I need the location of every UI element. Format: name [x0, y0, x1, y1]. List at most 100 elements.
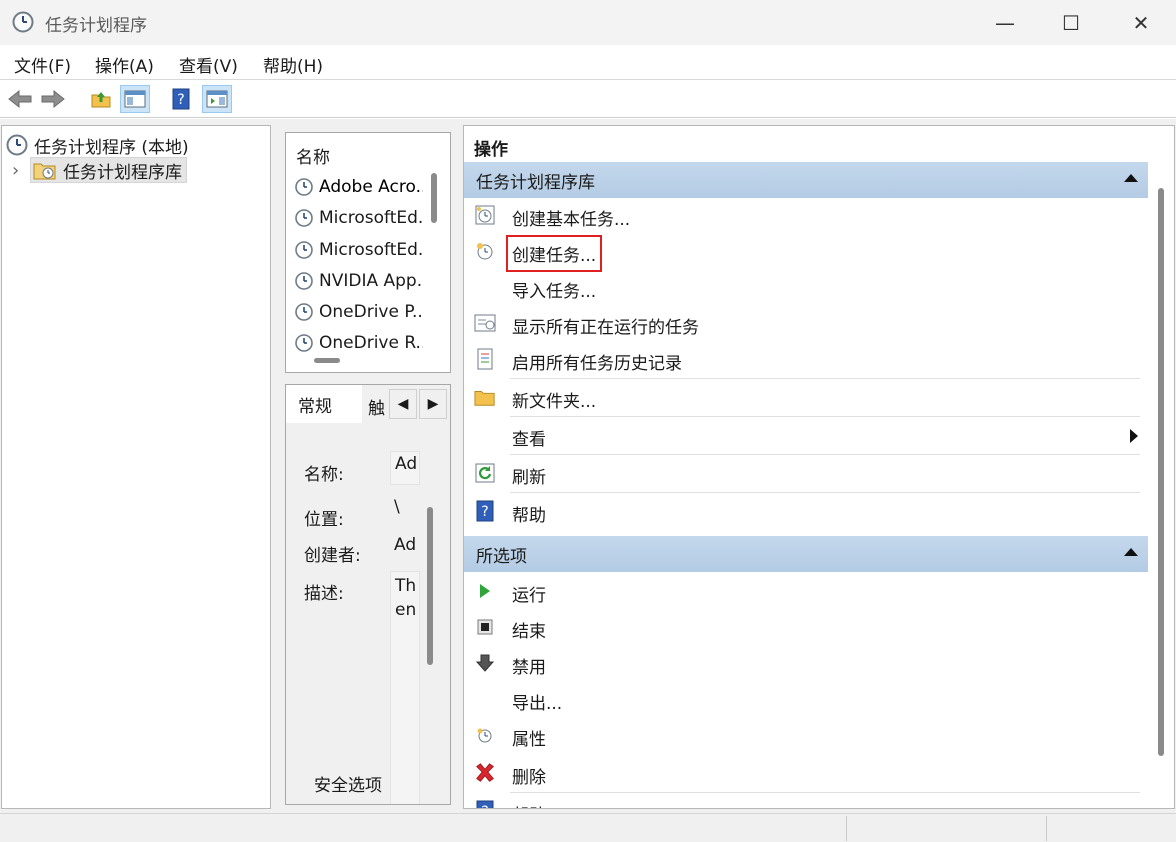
action-display-running-tasks[interactable]: 显示所有正在运行的任务	[464, 306, 1148, 342]
list-item[interactable]: NVIDIA App...	[294, 267, 423, 295]
column-header-name[interactable]: 名称	[296, 143, 330, 168]
task-clock-icon	[295, 178, 313, 196]
create-task-icon	[474, 240, 496, 262]
folder-up-button[interactable]	[86, 85, 116, 113]
action-refresh[interactable]: 刷新	[464, 456, 1148, 492]
menu-action[interactable]: 操作(A)	[95, 52, 154, 77]
tab-general[interactable]: 常规	[286, 385, 362, 423]
action-create-task[interactable]: 创建任务...	[464, 234, 1148, 272]
list-item-label: MicrosoftEd...	[319, 208, 423, 228]
action-label: 属性	[512, 730, 546, 750]
task-clock-icon	[295, 334, 313, 352]
section-title: 任务计划程序库	[476, 172, 595, 193]
toolbar: ?	[0, 80, 1176, 118]
folder-clock-icon	[33, 163, 56, 180]
action-label: 启用所有任务历史记录	[512, 354, 682, 374]
section-task-scheduler-library[interactable]: 任务计划程序库	[464, 162, 1148, 198]
separator	[510, 378, 1140, 379]
help-button[interactable]: ?	[166, 85, 196, 113]
help-icon: ?	[474, 800, 496, 809]
action-help-selected[interactable]: ? 帮助	[464, 794, 1148, 809]
show-hide-action-pane-button[interactable]	[202, 85, 232, 113]
actions-vertical-scrollbar[interactable]	[1158, 188, 1164, 756]
author-label: 创建者:	[304, 546, 361, 566]
actions-pane: 操作 任务计划程序库 创建基本任务... 创建任务... 导入任务... 显示所…	[463, 125, 1175, 809]
name-value[interactable]: Ad	[390, 451, 420, 485]
back-button[interactable]	[5, 85, 35, 113]
tab-triggers[interactable]: 触	[368, 394, 385, 419]
tree-item-root[interactable]: 任务计划程序 (本地)	[6, 132, 189, 158]
menu-help[interactable]: 帮助(H)	[263, 52, 323, 77]
submenu-arrow-icon	[1130, 429, 1138, 443]
list-item-label: OneDrive R...	[319, 333, 423, 353]
action-delete[interactable]: 删除	[464, 756, 1148, 792]
show-hide-console-tree-button[interactable]	[120, 85, 150, 113]
action-label: 刷新	[512, 468, 546, 488]
action-import-task[interactable]: 导入任务...	[464, 270, 1148, 306]
running-tasks-icon	[474, 312, 496, 334]
history-icon	[474, 348, 496, 370]
forward-button[interactable]	[38, 85, 68, 113]
section-title: 所选项	[476, 546, 527, 567]
location-label: 位置:	[304, 510, 344, 530]
tab-scroll-right-button[interactable]: ▶	[419, 389, 447, 419]
general-tab-body: 名称: Ad 位置: \ 创建者: Ad 描述: Th en 安全选项	[286, 423, 436, 804]
action-label: 导出...	[512, 694, 563, 714]
help-icon: ?	[172, 88, 190, 110]
close-icon: ✕	[1132, 10, 1150, 35]
author-value: Ad	[394, 535, 417, 555]
list-item-label: Adobe Acro...	[319, 177, 423, 197]
separator	[510, 492, 1140, 493]
menu-bar: 文件(F) 操作(A) 查看(V) 帮助(H)	[0, 45, 1176, 80]
client-area: 任务计划程序 (本地) › 任务计划程序库 名称 Adobe Acro... M…	[0, 119, 1176, 813]
action-properties[interactable]: 属性	[464, 718, 1148, 754]
svg-text:?: ?	[177, 92, 184, 108]
list-item-label: MicrosoftEd...	[319, 240, 423, 260]
list-item[interactable]: Adobe Acro...	[294, 173, 423, 201]
tree-item-library-selection: 任务计划程序库	[30, 157, 187, 183]
collapse-caret-icon[interactable]	[1124, 548, 1138, 556]
action-end[interactable]: 结束	[464, 610, 1148, 646]
list-item[interactable]: MicrosoftEd...	[294, 204, 423, 232]
action-new-folder[interactable]: 新文件夹...	[464, 380, 1148, 416]
list-item[interactable]: MicrosoftEd...	[294, 236, 423, 264]
detail-vertical-scrollbar[interactable]	[427, 507, 433, 665]
action-label: 新文件夹...	[512, 392, 597, 412]
svg-text:?: ?	[481, 804, 488, 809]
task-clock-icon	[295, 241, 313, 259]
action-label: 删除	[512, 768, 546, 788]
action-run[interactable]: 运行	[464, 574, 1148, 610]
action-help[interactable]: ? 帮助	[464, 494, 1148, 530]
list-item[interactable]: OneDrive P...	[294, 298, 423, 326]
description-line: Th	[395, 576, 417, 596]
action-create-basic-task[interactable]: 创建基本任务...	[464, 198, 1148, 234]
list-vertical-scrollbar[interactable]	[431, 173, 437, 223]
menu-view[interactable]: 查看(V)	[179, 52, 238, 77]
description-field[interactable]: Th en	[390, 571, 420, 804]
action-export[interactable]: 导出...	[464, 682, 1148, 718]
collapse-caret-icon[interactable]	[1124, 174, 1138, 182]
action-disable[interactable]: 禁用	[464, 646, 1148, 682]
list-item[interactable]: OneDrive R...	[294, 329, 423, 357]
delete-x-icon	[474, 762, 496, 784]
maximize-button[interactable]: ☐	[1036, 0, 1106, 45]
expand-chevron-icon[interactable]: ›	[12, 160, 30, 181]
new-folder-icon	[474, 386, 496, 408]
minimize-button[interactable]: —	[970, 0, 1040, 45]
action-label: 禁用	[512, 658, 546, 678]
status-divider	[1046, 816, 1047, 841]
action-view[interactable]: 查看	[464, 418, 1148, 454]
detail-tabs: 常规 触 ◀ ▶	[286, 385, 450, 423]
section-selected-item[interactable]: 所选项	[464, 536, 1148, 572]
arrow-left-icon: ◀	[397, 396, 409, 412]
separator	[510, 792, 1140, 793]
menu-file[interactable]: 文件(F)	[14, 52, 71, 77]
action-enable-all-history[interactable]: 启用所有任务历史记录	[464, 342, 1148, 378]
back-icon	[8, 89, 32, 109]
list-horizontal-scrollbar[interactable]	[314, 358, 340, 363]
tree-item-library[interactable]: › 任务计划程序库	[12, 157, 187, 183]
tab-scroll-left-button[interactable]: ◀	[389, 389, 417, 419]
description-line: en	[395, 600, 417, 620]
run-icon	[474, 580, 496, 602]
close-button[interactable]: ✕	[1106, 0, 1176, 45]
